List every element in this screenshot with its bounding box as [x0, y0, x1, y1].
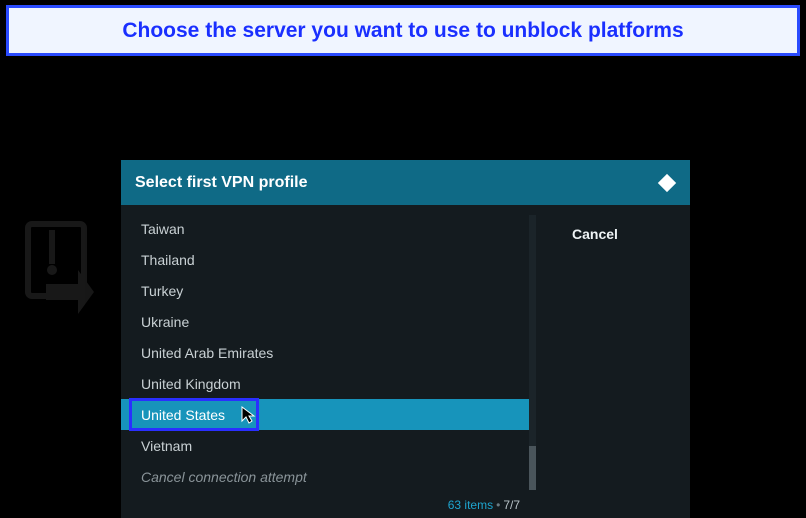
- zip-download-icon: [22, 220, 102, 320]
- vpn-list-item-label: Vietnam: [141, 438, 192, 454]
- vpn-list-item[interactable]: Vietnam: [121, 430, 536, 461]
- scrollbar[interactable]: [529, 215, 536, 490]
- vpn-list-item[interactable]: Taiwan: [121, 213, 536, 244]
- kodi-logo-icon: [656, 172, 678, 194]
- dialog-body: Taiwan Thailand Turkey Ukraine United Arab E…: [121, 205, 690, 518]
- annotation-banner: Choose the server you want to use to unb…: [6, 5, 800, 56]
- app-backdrop: Select first VPN profile Taiwan Thailand T…: [2, 60, 804, 510]
- dialog-header: Select first VPN profile: [121, 160, 690, 205]
- vpn-list-item[interactable]: United Arab Emirates: [121, 337, 536, 368]
- side-panel: Cancel: [536, 205, 690, 518]
- vpn-list-item-label: United States: [141, 407, 225, 423]
- cancel-button[interactable]: Cancel: [536, 215, 690, 253]
- vpn-list-item-label: Taiwan: [141, 221, 185, 237]
- vpn-list-item[interactable]: Thailand: [121, 244, 536, 275]
- select-vpn-dialog: Select first VPN profile TaiwanThailandT…: [121, 160, 690, 518]
- vpn-list-item[interactable]: United States: [121, 399, 536, 430]
- vpn-list-item-label: United Kingdom: [141, 376, 241, 392]
- scrollbar-thumb[interactable]: [529, 446, 536, 490]
- vpn-list-item[interactable]: Turkey: [121, 275, 536, 306]
- vpn-list: Taiwan Thailand Turkey Ukraine United Arab E…: [121, 205, 536, 518]
- vpn-list-item-label: Cancel connection attempt: [141, 469, 307, 485]
- vpn-list-item[interactable]: United Kingdom: [121, 368, 536, 399]
- page-indicator: 7/7: [503, 498, 520, 512]
- vpn-list-item-label: United Arab Emirates: [141, 345, 273, 361]
- annotation-text: Choose the server you want to use to unb…: [122, 19, 683, 43]
- vpn-list-item-label: Turkey: [141, 283, 183, 299]
- dialog-title: Select first VPN profile: [135, 174, 308, 192]
- item-count: 63 items: [448, 498, 493, 512]
- mouse-cursor-icon: [239, 405, 259, 425]
- list-footer: 63 items•7/7: [448, 498, 520, 512]
- vpn-list-item[interactable]: Ukraine: [121, 306, 536, 337]
- vpn-list-item-label: Thailand: [141, 252, 195, 268]
- vpn-list-item[interactable]: Cancel connection attempt: [121, 461, 536, 492]
- vpn-list-item-label: Ukraine: [141, 314, 189, 330]
